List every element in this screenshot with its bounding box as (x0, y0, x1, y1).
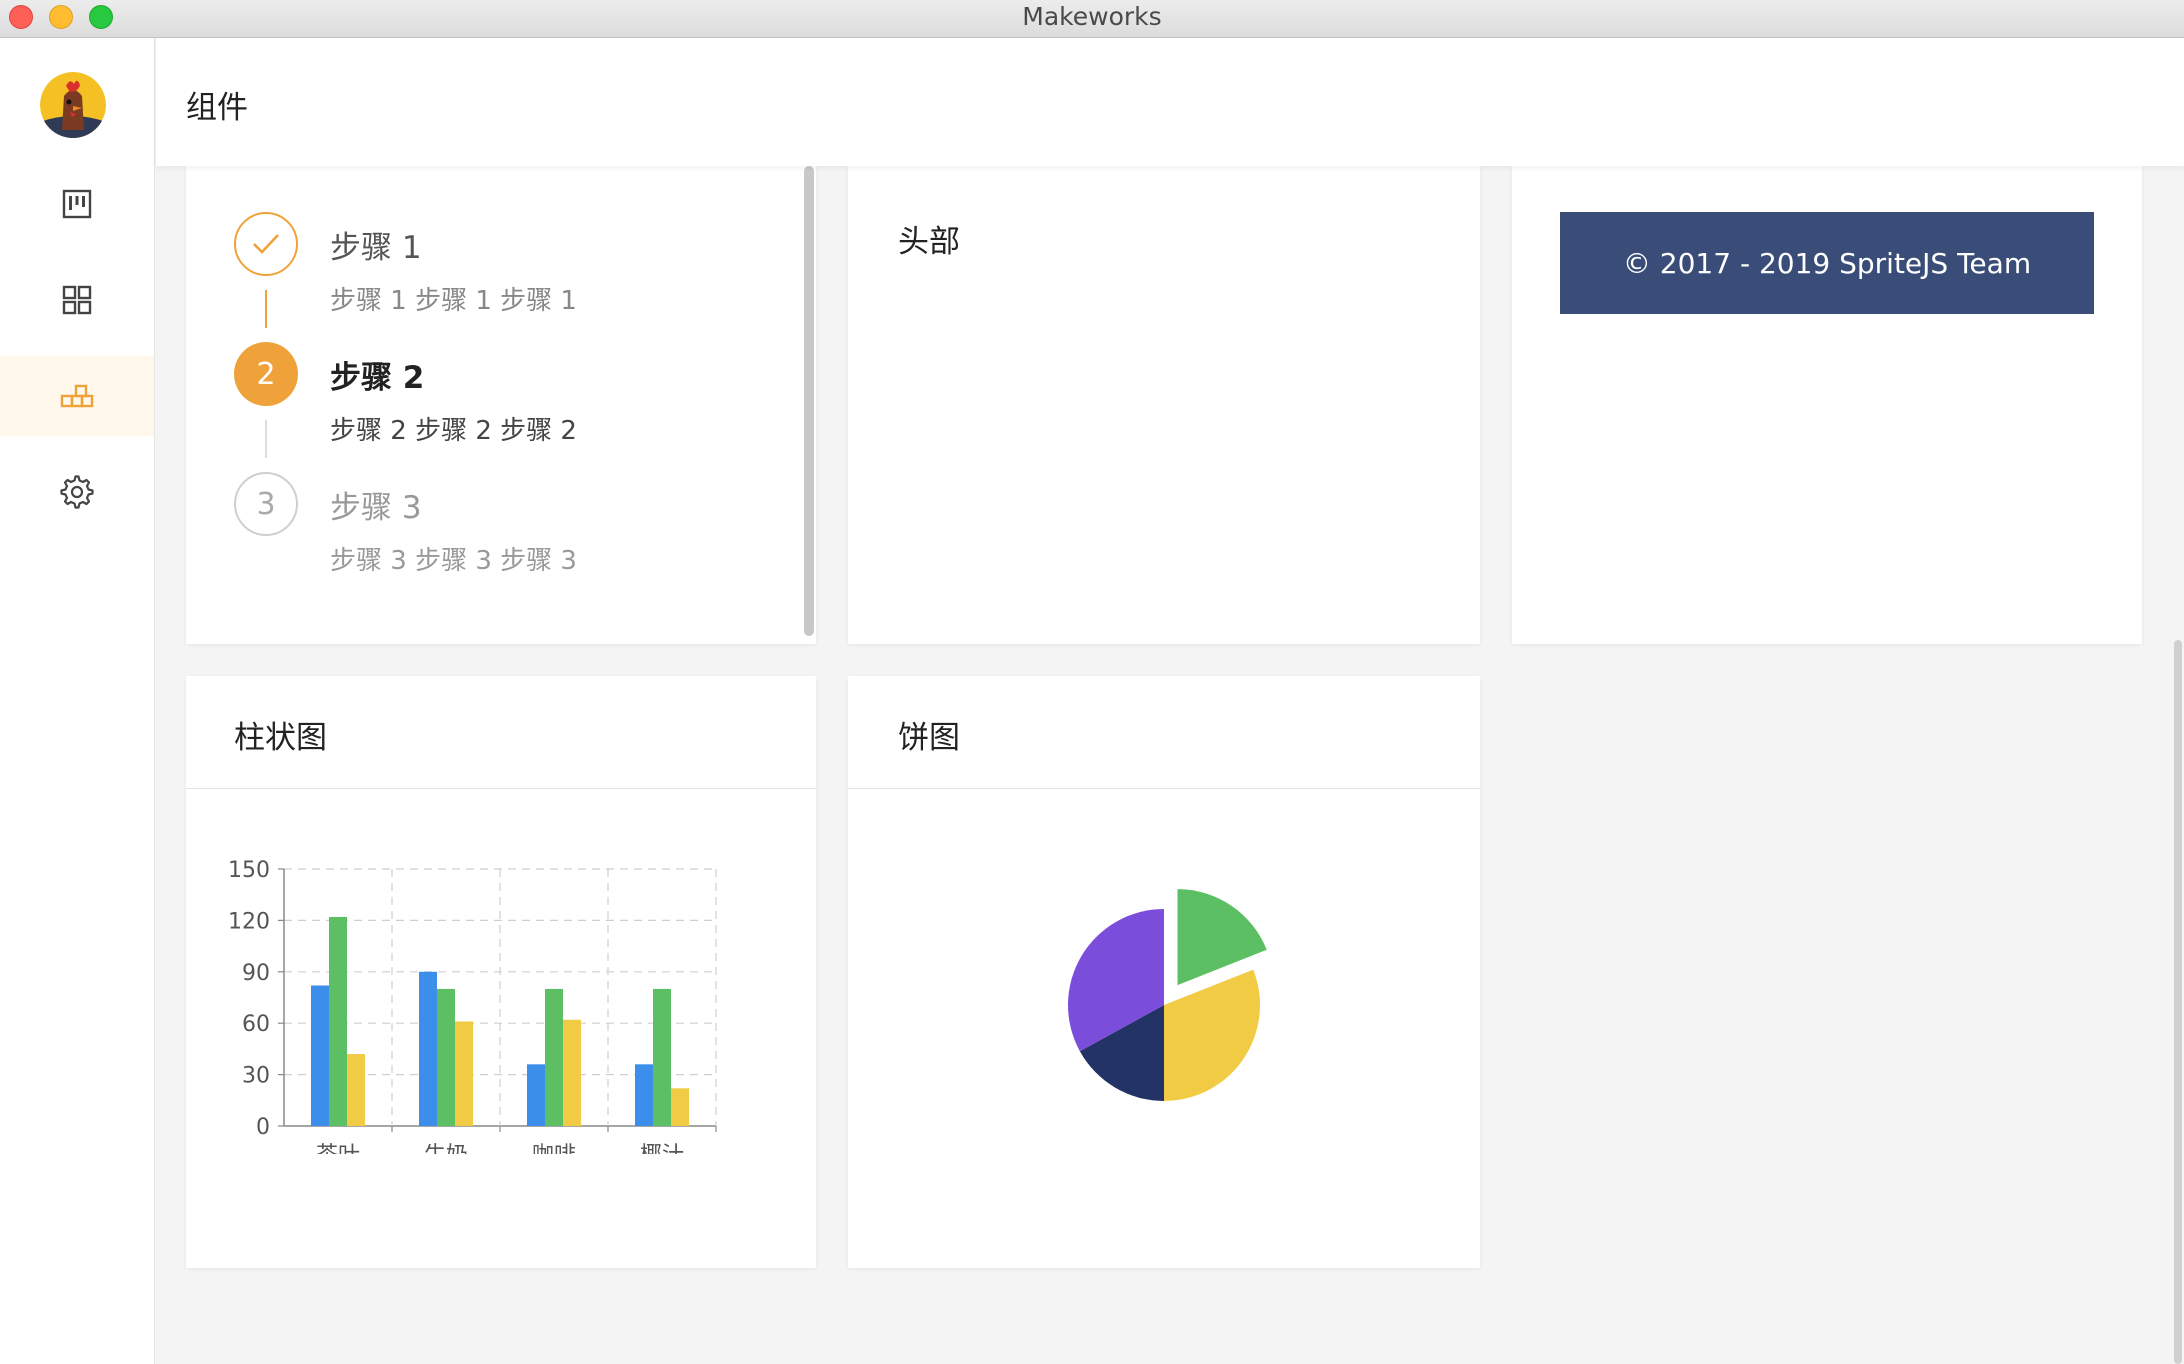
sidebar-item-components[interactable] (0, 356, 154, 436)
check-icon (253, 234, 279, 254)
header-card-title: 头部 (898, 224, 960, 260)
bar (419, 971, 437, 1126)
bar (347, 1054, 365, 1126)
bar (653, 988, 671, 1126)
bar-chart-title: 柱状图 (234, 720, 327, 756)
step-3-title: 步骤 3 (330, 490, 422, 526)
step-2-description: 步骤 2 步骤 2 步骤 2 (330, 416, 577, 446)
grid-icon (62, 285, 92, 315)
step-1-circle[interactable] (234, 212, 298, 276)
board-icon (62, 189, 92, 219)
step-2-title: 步骤 2 (330, 360, 425, 396)
steps-card: 步骤 1 步骤 1 步骤 1 步骤 1 2 步骤 2 步骤 2 步骤 2 步骤 … (186, 166, 816, 644)
step-2-number: 2 (256, 356, 276, 392)
step-3-circle[interactable]: 3 (234, 472, 298, 536)
bar-chart-card: 柱状图 0306090120150茶叶牛奶咖啡椰汁 (186, 676, 816, 1268)
sidebar-item-settings[interactable] (0, 452, 154, 532)
pie-chart-title: 饼图 (898, 720, 960, 756)
step-3-description: 步骤 3 步骤 3 步骤 3 (330, 546, 577, 576)
step-1-description: 步骤 1 步骤 1 步骤 1 (330, 286, 577, 316)
bar (455, 1021, 473, 1126)
pie-chart (1068, 889, 1267, 1101)
y-tick-label: 0 (256, 1115, 270, 1140)
components-icon (60, 384, 94, 408)
header-card: 头部 (848, 166, 1480, 644)
footer-banner: © 2017 - 2019 SpriteJS Team (1560, 212, 2094, 314)
page-header: 组件 (156, 38, 2184, 166)
avatar[interactable] (40, 72, 106, 138)
bar (671, 1088, 689, 1126)
bar (545, 988, 563, 1126)
step-connector-2 (265, 420, 267, 458)
sidebar-item-grid[interactable] (0, 260, 154, 340)
y-tick-label: 60 (242, 1012, 270, 1037)
pie-slice (1164, 969, 1260, 1101)
bar (329, 916, 347, 1126)
gear-icon (60, 475, 94, 509)
y-tick-label: 90 (242, 961, 270, 986)
step-1-title: 步骤 1 (330, 230, 422, 266)
pie-chart-card: 饼图 (848, 676, 1480, 1268)
window-title: Makeworks (1022, 2, 1162, 31)
step-3-number: 3 (256, 486, 276, 522)
y-tick-label: 30 (242, 1064, 270, 1089)
bar (563, 1019, 581, 1126)
bar (311, 985, 329, 1126)
bar (527, 1064, 545, 1126)
page-scrollbar[interactable] (2174, 640, 2182, 1364)
y-tick-label: 150 (228, 858, 270, 883)
page-title: 组件 (186, 90, 248, 126)
step-connector-1 (265, 290, 267, 328)
step-2-circle[interactable]: 2 (234, 342, 298, 406)
bar-chart: 0306090120150茶叶牛奶咖啡椰汁 (186, 858, 816, 1249)
y-tick-label: 120 (228, 909, 270, 934)
title-bar: Makeworks (0, 0, 2184, 38)
sidebar (0, 38, 155, 1364)
steps-scrollbar[interactable] (804, 166, 814, 636)
label-mask (186, 1154, 816, 1249)
bar (437, 988, 455, 1126)
sidebar-item-board[interactable] (0, 164, 154, 244)
rooster-avatar-icon (40, 72, 106, 138)
bar (635, 1064, 653, 1126)
